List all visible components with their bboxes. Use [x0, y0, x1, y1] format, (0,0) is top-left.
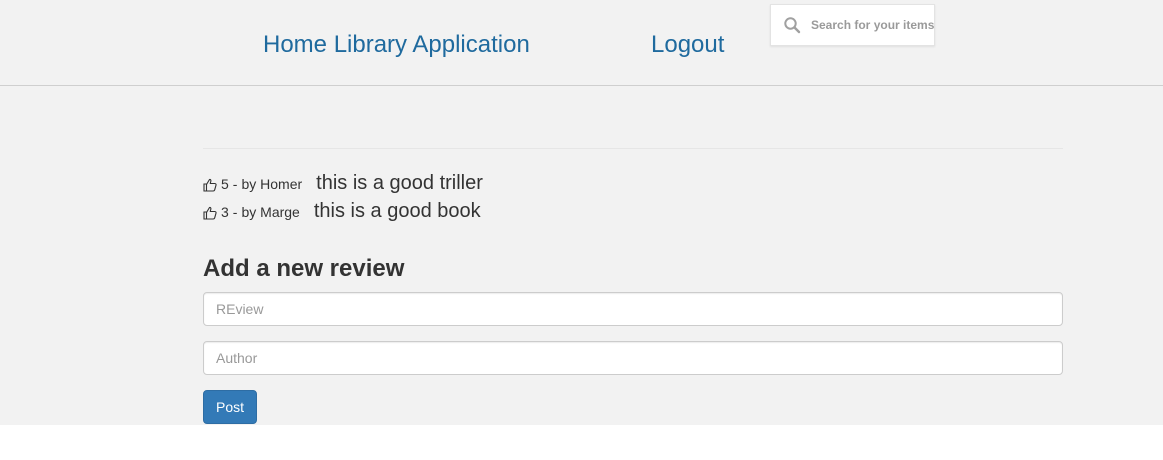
review-item: 3- by Marge this is a good book	[203, 200, 481, 223]
review-separator: -	[232, 204, 238, 220]
logout-link[interactable]: Logout	[651, 31, 724, 59]
search-box[interactable]	[770, 4, 935, 46]
review-meta: 3- by Marge	[221, 204, 300, 220]
review-meta: 5- by Homer	[221, 176, 302, 192]
search-icon	[784, 17, 801, 34]
navbar: Home Library Application Logout	[0, 0, 1163, 86]
review-text: this is a good triller	[316, 172, 483, 194]
brand-link[interactable]: Home Library Application	[263, 31, 530, 59]
review-by-label: by	[241, 204, 257, 220]
review-rating: 5	[221, 176, 229, 192]
divider	[203, 148, 1063, 149]
post-button[interactable]: Post	[203, 390, 257, 424]
thumbs-up-icon	[203, 178, 217, 192]
add-review-heading: Add a new review	[203, 255, 405, 282]
thumbs-up-icon	[203, 206, 217, 220]
author-input[interactable]	[203, 341, 1063, 375]
review-separator: -	[232, 176, 238, 192]
search-input[interactable]	[811, 18, 935, 32]
review-by-label: by	[241, 176, 257, 192]
review-rating: 3	[221, 204, 229, 220]
review-text: this is a good book	[313, 200, 481, 222]
page: Home Library Application Logout 5-by Hom…	[0, 0, 1163, 425]
review-item: 5- by Homer this is a good triller	[203, 172, 483, 195]
review-input[interactable]	[203, 292, 1063, 326]
review-author: Homer	[260, 176, 303, 192]
review-author: Marge	[260, 204, 300, 220]
